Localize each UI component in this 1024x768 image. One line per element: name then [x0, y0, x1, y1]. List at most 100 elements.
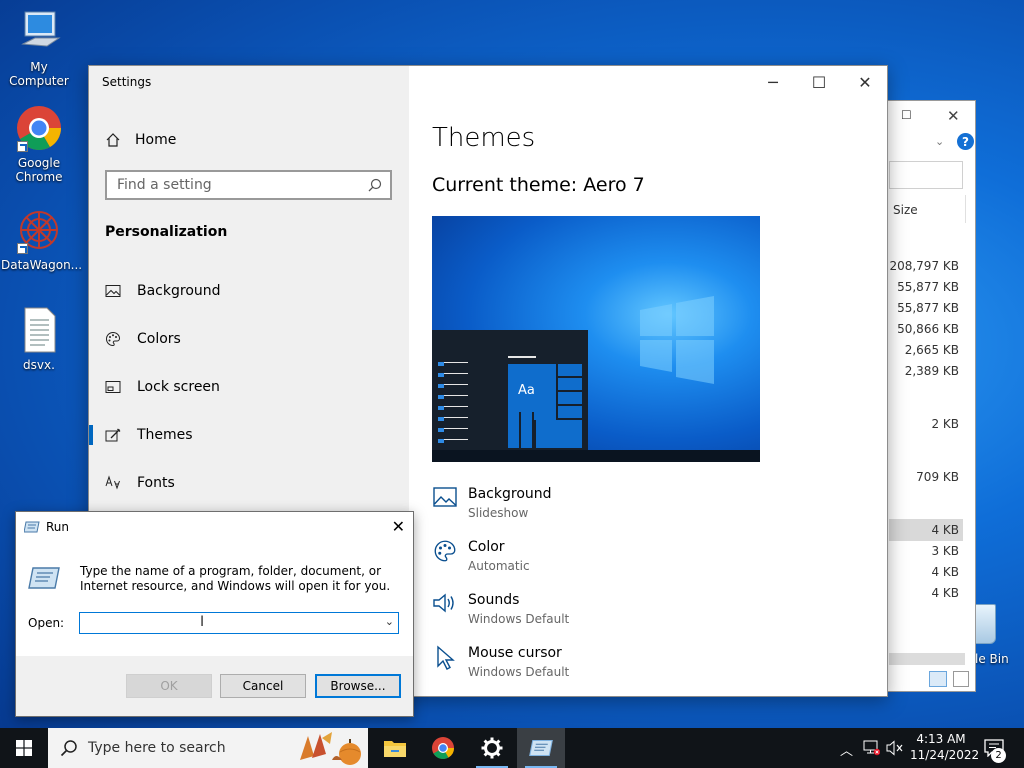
taskbar-settings[interactable] [468, 728, 516, 768]
taskbar-file-explorer[interactable] [371, 728, 419, 768]
clock-date: 11/24/2022 [910, 748, 980, 762]
desktop-icon-datawagon[interactable]: DataWagon... [1, 206, 82, 272]
cancel-button[interactable]: Cancel [220, 674, 306, 698]
show-hidden-icons-button[interactable]: ︿ [840, 740, 853, 759]
run-dialog-body: Run ✕ Type the name of a program, folder… [16, 512, 413, 656]
file-size: 50,866 KB [897, 322, 959, 336]
search-icon [368, 178, 382, 192]
sidebar-item-fonts[interactable]: Fonts [89, 463, 409, 503]
option-subtitle: Automatic [468, 559, 530, 573]
column-divider [965, 195, 966, 223]
desktop-icon-label: Google Chrome [15, 156, 63, 184]
maximize-button[interactable]: ☐ [796, 66, 842, 98]
palette-icon [434, 540, 456, 562]
desktop-icon-label: dsvx. [23, 358, 55, 372]
network-icon[interactable] [862, 740, 880, 756]
sidebar-item-label: Lock screen [137, 379, 220, 395]
preview-start-menu: Aa [432, 330, 588, 462]
sidebar-item-label: Themes [137, 427, 193, 443]
computer-icon [15, 8, 63, 56]
option-subtitle: Slideshow [468, 506, 529, 520]
cursor-icon [437, 645, 455, 670]
file-size: 208,797 KB [889, 259, 959, 273]
desktop-icon-my-computer[interactable]: My Computer [1, 8, 77, 88]
sidebar-item-label: Fonts [137, 475, 175, 491]
option-subtitle: Windows Default [468, 665, 570, 679]
windows-logo-icon [16, 740, 32, 756]
taskbar-clock[interactable]: 4:13 AM 11/24/2022 [910, 731, 980, 763]
column-header-size[interactable]: Size [893, 203, 918, 217]
themes-icon [105, 428, 121, 442]
sidebar-item-colors[interactable]: Colors [89, 319, 409, 359]
option-title: Mouse cursor [468, 645, 562, 661]
theme-preview: Aa [432, 216, 760, 462]
chrome-icon [432, 737, 454, 759]
file-size: 4 KB [931, 586, 959, 600]
explorer-search-box[interactable] [889, 161, 963, 189]
sidebar-item-label: Background [137, 283, 221, 299]
taskbar-search-box[interactable]: Type here to search [48, 728, 368, 768]
home-icon [106, 133, 120, 147]
run-description: Type the name of a program, folder, docu… [80, 564, 391, 593]
large-icons-view-button[interactable] [953, 671, 969, 687]
file-size: 55,877 KB [897, 301, 959, 315]
taskbar: Type here to search ︿ 4:13 AM 11/24/2022… [0, 728, 1024, 768]
run-program-icon [28, 567, 60, 589]
theme-option-sounds[interactable]: Sounds Windows Default [432, 592, 732, 626]
sidebar-item-lock-screen[interactable]: Lock screen [89, 367, 409, 407]
text-file-icon [15, 306, 63, 354]
theme-option-mouse-cursor[interactable]: Mouse cursor Windows Default [432, 645, 732, 679]
minimize-button[interactable]: ─ [750, 66, 796, 98]
file-size: 709 KB [916, 470, 959, 484]
sidebar-item-themes[interactable]: Themes [89, 415, 409, 455]
maximize-button[interactable]: ☐ [901, 108, 912, 122]
chevron-down-icon[interactable]: ⌄ [935, 135, 944, 148]
action-center-button[interactable]: 2 [976, 728, 1024, 768]
theme-option-color[interactable]: Color Automatic [432, 539, 732, 573]
close-button[interactable]: ✕ [842, 66, 888, 98]
taskbar-chrome[interactable] [419, 728, 467, 768]
chevron-down-icon[interactable]: ⌄ [385, 615, 394, 628]
volume-muted-icon[interactable] [886, 740, 904, 756]
search-placeholder: Type here to search [88, 740, 226, 756]
file-size: 4 KB [931, 565, 959, 579]
help-icon[interactable]: ? [957, 133, 974, 150]
browse-button[interactable]: Browse... [315, 674, 401, 698]
open-input[interactable]: I ⌄ [79, 612, 399, 634]
file-size: 2,665 KB [904, 343, 959, 357]
palette-icon [106, 331, 121, 347]
run-dialog: Run ✕ Type the name of a program, folder… [15, 511, 414, 717]
horizontal-scrollbar[interactable] [889, 653, 965, 665]
close-button[interactable]: ✕ [947, 107, 960, 125]
page-title: Themes [432, 123, 536, 153]
nav-home[interactable]: Home [105, 130, 176, 150]
option-subtitle: Windows Default [468, 612, 570, 626]
lock-screen-icon [105, 381, 121, 393]
section-heading: Personalization [105, 224, 228, 240]
file-size: 2 KB [931, 417, 959, 431]
datawagon-icon [15, 206, 63, 254]
sidebar-item-background[interactable]: Background [89, 271, 409, 311]
taskbar-run[interactable] [517, 728, 565, 768]
option-title: Sounds [468, 592, 520, 608]
run-dialog-title: Run [46, 520, 70, 534]
run-icon [24, 521, 40, 533]
run-icon [529, 739, 553, 757]
preview-tile-label: Aa [518, 383, 535, 398]
desktop-icon-dsvx[interactable]: dsvx. [1, 306, 77, 372]
window-title: Settings [102, 75, 152, 89]
details-view-button[interactable] [929, 671, 947, 687]
search-placeholder: Find a setting [117, 177, 212, 193]
theme-option-background[interactable]: Background Slideshow [432, 486, 732, 520]
nav-home-label: Home [135, 132, 177, 148]
gear-icon [481, 737, 503, 759]
start-button[interactable] [0, 728, 48, 768]
picture-icon [433, 487, 457, 507]
ok-button[interactable]: OK [126, 674, 212, 698]
shortcut-arrow-icon [17, 141, 28, 152]
file-size: 4 KB [931, 523, 959, 537]
sidebar-item-label: Colors [137, 331, 181, 347]
settings-search-input[interactable]: Find a setting [105, 170, 392, 200]
close-button[interactable]: ✕ [392, 517, 405, 536]
desktop-icon-google-chrome[interactable]: Google Chrome [1, 104, 77, 184]
